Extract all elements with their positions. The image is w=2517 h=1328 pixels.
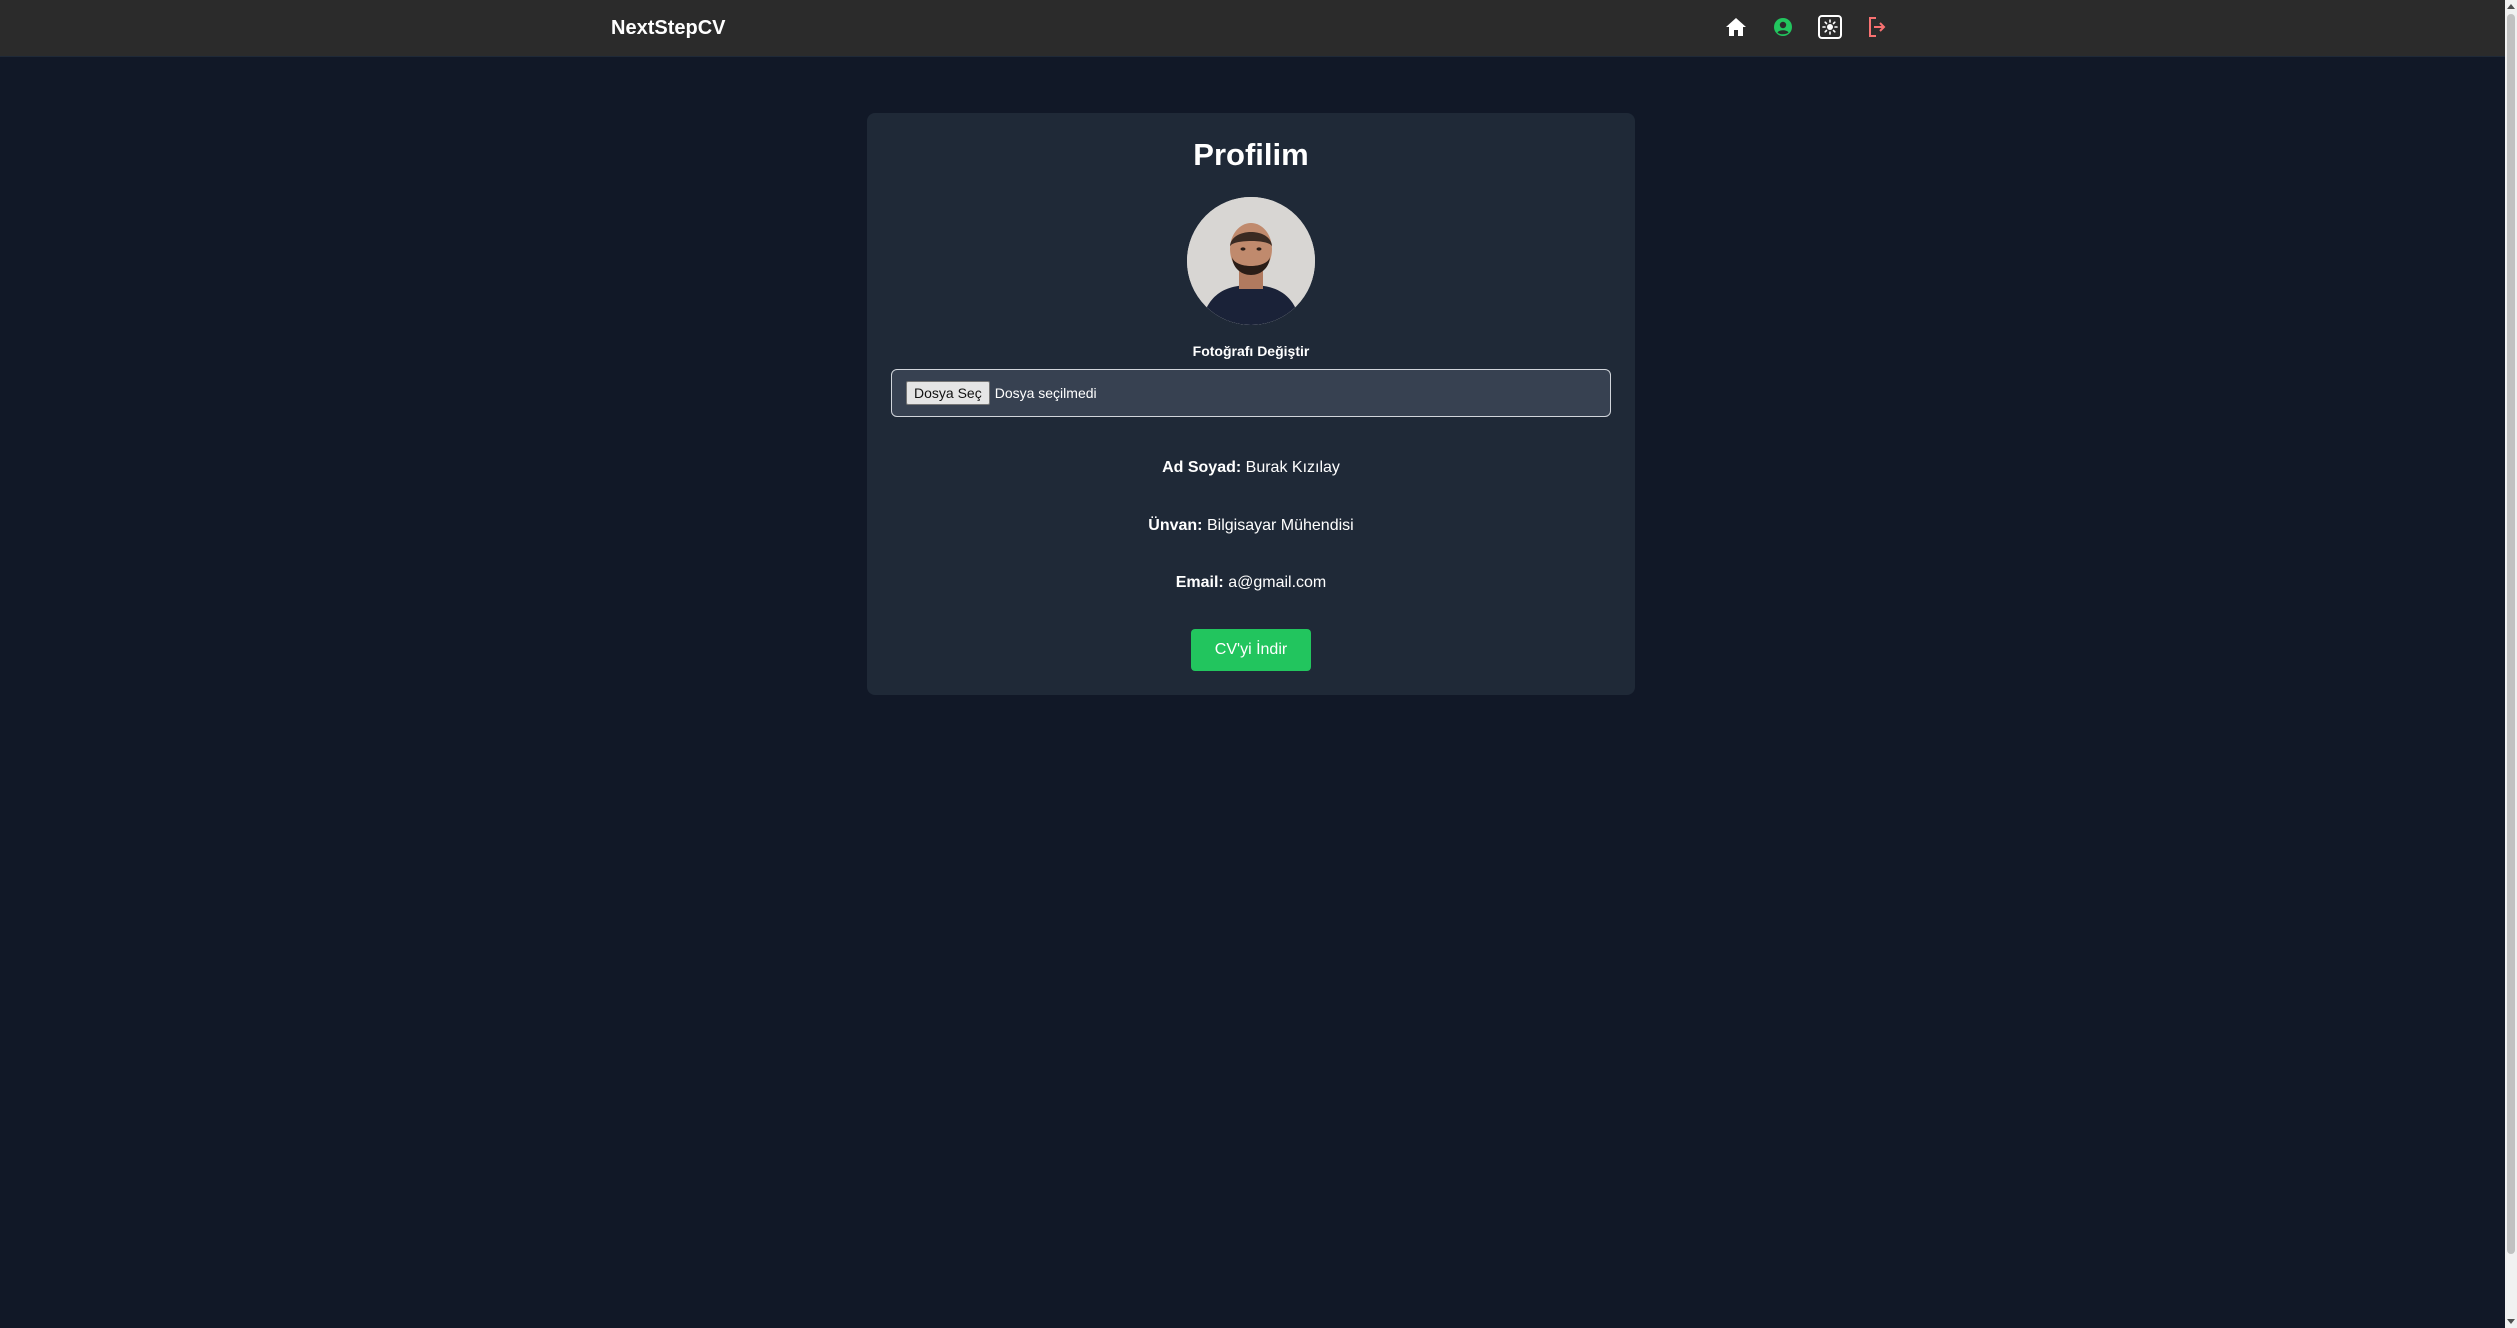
photo-file-input[interactable]: Dosya Seç Dosya seçilmedi bbox=[891, 369, 1611, 417]
scroll-up-arrow-icon[interactable] bbox=[2507, 4, 2515, 9]
email-row: Email: a@gmail.com bbox=[867, 574, 1635, 592]
email-label: Email: bbox=[1175, 574, 1224, 591]
name-value: Burak Kızılay bbox=[1245, 459, 1340, 476]
avatar bbox=[1187, 197, 1315, 325]
file-status-text: Dosya seçilmedi bbox=[994, 385, 1097, 401]
home-icon[interactable] bbox=[1724, 13, 1748, 41]
change-photo-label: Fotoğrafı Değiştir bbox=[1192, 343, 1310, 359]
scrollbar-thumb[interactable] bbox=[2507, 14, 2515, 1254]
profile-card: Profilim Fotoğrafı Değiştir Dosya Seç Do… bbox=[867, 113, 1635, 695]
name-row: Ad Soyad: Burak Kızılay bbox=[867, 459, 1635, 477]
name-label: Ad Soyad: bbox=[1162, 459, 1242, 476]
title-row: Ünvan: Bilgisayar Mühendisi bbox=[867, 517, 1635, 535]
nav-icon-group bbox=[1724, 13, 1889, 41]
title-value: Bilgisayar Mühendisi bbox=[1206, 517, 1354, 534]
download-cv-button[interactable]: CV'yi İndir bbox=[1191, 629, 1311, 671]
logout-icon[interactable] bbox=[1865, 13, 1889, 41]
top-navbar: NextStepCV bbox=[0, 0, 2505, 57]
email-value: a@gmail.com bbox=[1228, 574, 1327, 591]
scroll-down-arrow-icon[interactable] bbox=[2507, 1319, 2515, 1324]
choose-file-button[interactable]: Dosya Seç bbox=[906, 381, 990, 405]
title-label: Ünvan: bbox=[1148, 517, 1203, 534]
brand-logo[interactable]: NextStepCV bbox=[611, 0, 725, 56]
page-title: Profilim bbox=[1193, 137, 1309, 172]
theme-toggle-icon[interactable] bbox=[1818, 13, 1842, 41]
user-circle-icon[interactable] bbox=[1771, 13, 1795, 41]
page-scrollbar[interactable] bbox=[2505, 0, 2517, 1328]
